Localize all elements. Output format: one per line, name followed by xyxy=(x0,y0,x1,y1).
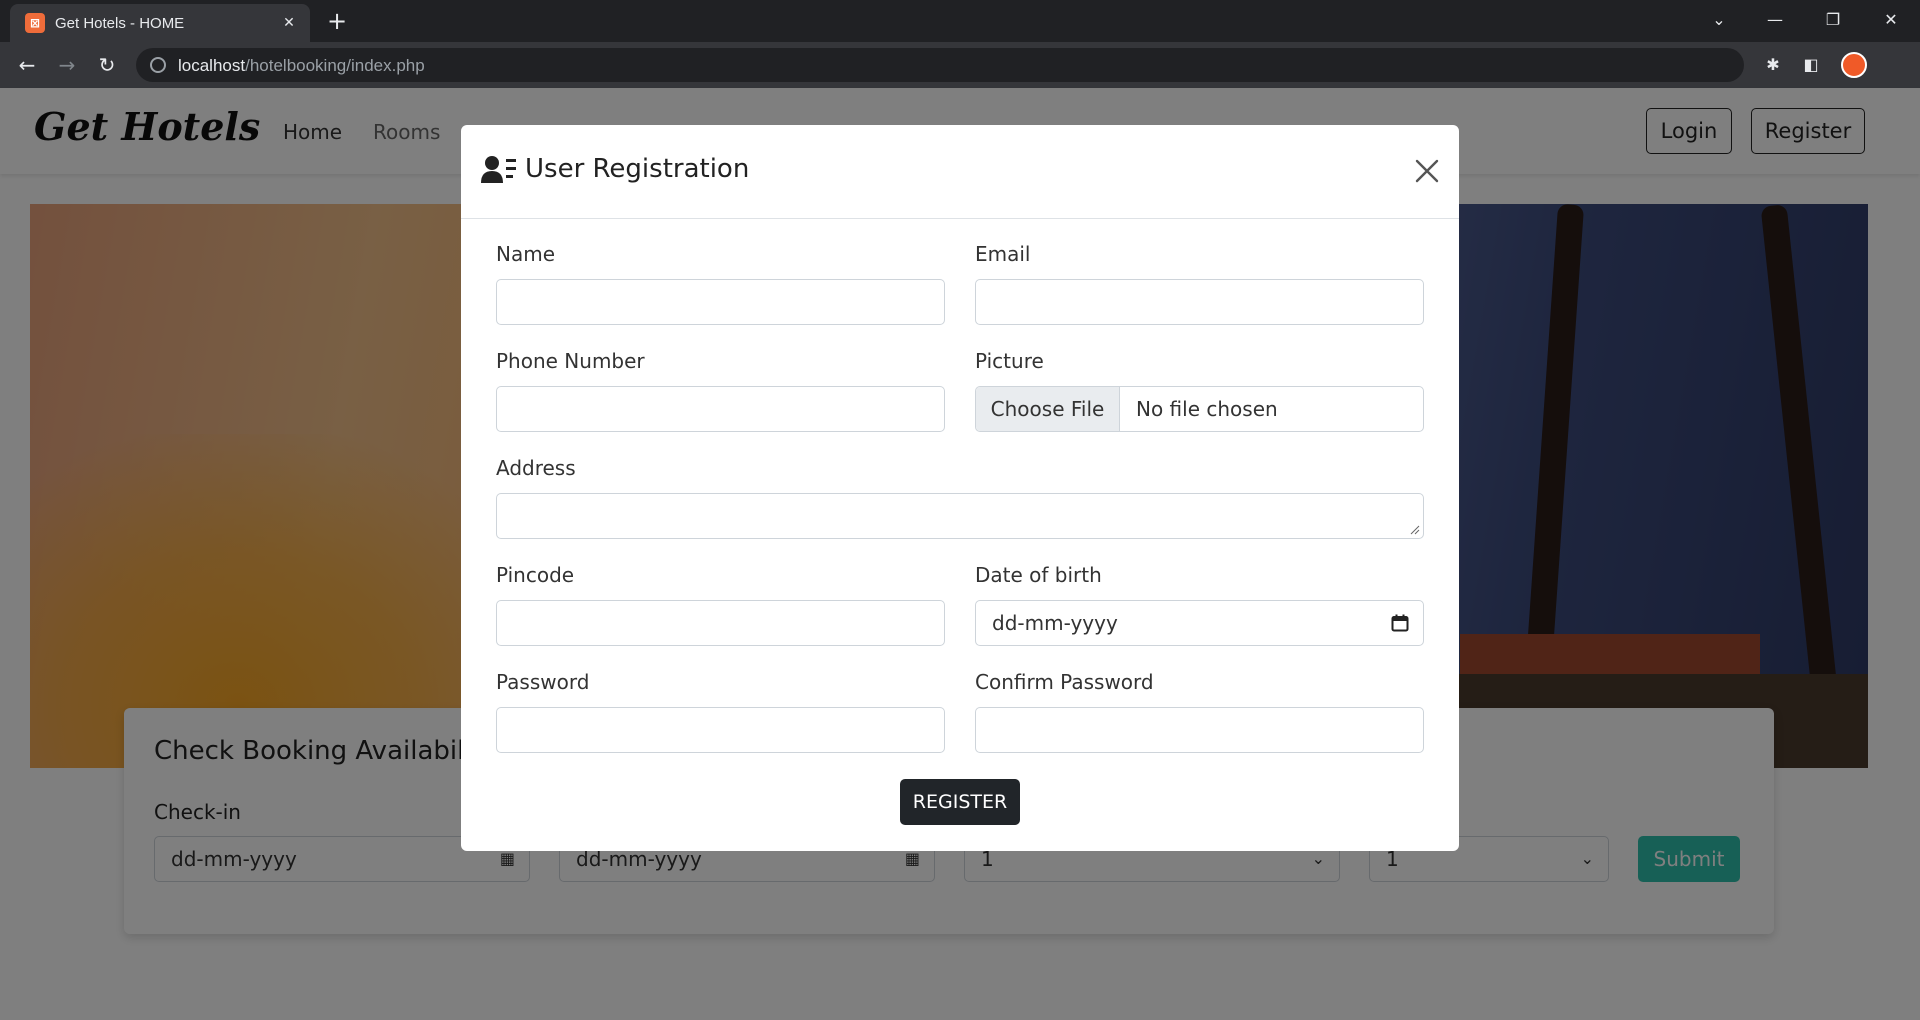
address-bar: ← → ↻ localhost/hotelbooking/index.php ✱… xyxy=(0,42,1920,88)
profile-avatar[interactable] xyxy=(1841,52,1867,78)
restore-icon[interactable]: ❐ xyxy=(1810,4,1856,36)
email-input[interactable] xyxy=(975,279,1424,325)
extensions-icon[interactable]: ✱ xyxy=(1762,54,1784,76)
close-icon[interactable] xyxy=(1413,157,1441,185)
address-textarea[interactable] xyxy=(496,493,1424,539)
browser-tabbar: ⊠ Get Hotels - HOME ✕ + ⌄ — ❐ ✕ xyxy=(0,0,1920,42)
browser-tab[interactable]: ⊠ Get Hotels - HOME ✕ xyxy=(10,4,310,42)
new-tab-icon[interactable]: + xyxy=(324,8,350,34)
dob-label: Date of birth xyxy=(975,563,1102,587)
picture-label: Picture xyxy=(975,349,1044,373)
tab-title: Get Hotels - HOME xyxy=(55,15,185,32)
modal-header: User Registration xyxy=(461,125,1459,219)
confirm-password-input[interactable] xyxy=(975,707,1424,753)
user-details-icon xyxy=(481,156,516,183)
minimize-icon[interactable]: — xyxy=(1752,4,1798,36)
name-label: Name xyxy=(496,242,556,266)
site-info-icon[interactable] xyxy=(150,57,166,73)
register-submit-button[interactable]: REGISTER xyxy=(900,779,1020,825)
email-label: Email xyxy=(975,242,1031,266)
tab-close-icon[interactable]: ✕ xyxy=(278,12,300,34)
modal-title: User Registration xyxy=(525,154,750,184)
back-icon[interactable]: ← xyxy=(12,50,42,80)
pincode-label: Pincode xyxy=(496,563,575,587)
file-status: No file chosen xyxy=(1136,397,1278,421)
url-host: localhost xyxy=(178,56,246,75)
reload-icon[interactable]: ↻ xyxy=(92,50,122,80)
address-label: Address xyxy=(496,456,576,480)
calendar-icon[interactable] xyxy=(1391,614,1409,632)
xampp-favicon-icon: ⊠ xyxy=(25,13,45,33)
side-panel-icon[interactable]: ◧ xyxy=(1800,54,1822,76)
dob-input[interactable]: dd-mm-yyyy xyxy=(975,600,1424,646)
forward-icon[interactable]: → xyxy=(52,50,82,80)
registration-modal: User Registration Name Email Phone Numbe… xyxy=(461,125,1459,851)
confirm-password-label: Confirm Password xyxy=(975,670,1154,694)
tab-search-icon[interactable]: ⌄ xyxy=(1696,4,1742,36)
picture-file-input[interactable]: Choose File No file chosen xyxy=(975,386,1424,432)
password-input[interactable] xyxy=(496,707,945,753)
choose-file-button[interactable]: Choose File xyxy=(976,387,1120,431)
pincode-input[interactable] xyxy=(496,600,945,646)
url-field[interactable]: localhost/hotelbooking/index.php xyxy=(136,48,1744,82)
name-input[interactable] xyxy=(496,279,945,325)
window-close-icon[interactable]: ✕ xyxy=(1868,4,1914,36)
dob-placeholder: dd-mm-yyyy xyxy=(992,611,1118,635)
phone-label: Phone Number xyxy=(496,349,645,373)
password-label: Password xyxy=(496,670,590,694)
url-path: /hotelbooking/index.php xyxy=(245,56,425,75)
phone-input[interactable] xyxy=(496,386,945,432)
resize-grip-icon[interactable] xyxy=(1410,525,1420,535)
